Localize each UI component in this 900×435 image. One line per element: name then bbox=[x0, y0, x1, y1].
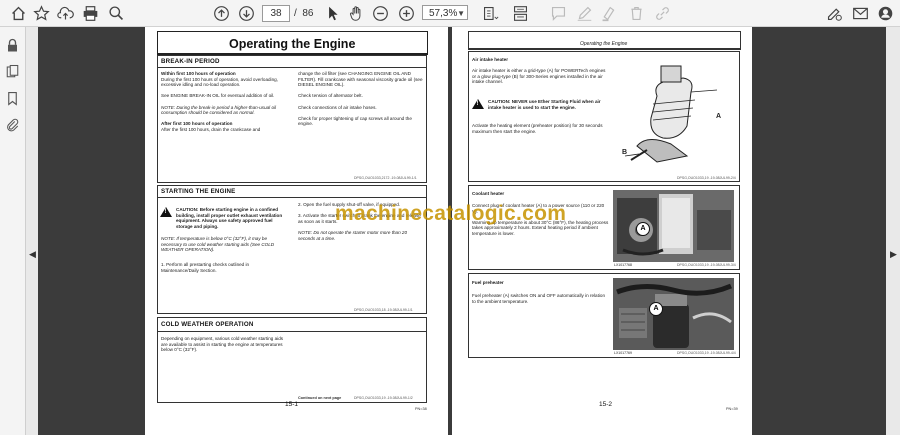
cold-weather-section: COLD WEATHER OPERATION Depending on equi… bbox=[157, 317, 427, 403]
fuel-preheater-photo: A bbox=[613, 278, 734, 350]
section-heading: BREAK-IN PERIOD bbox=[161, 58, 220, 65]
page-number-input[interactable]: 38 bbox=[262, 5, 290, 22]
edit-sign-icon[interactable] bbox=[824, 3, 844, 23]
label-a-badge: A bbox=[636, 222, 650, 236]
divider bbox=[158, 331, 426, 332]
divider bbox=[158, 67, 426, 68]
upload-cloud-icon[interactable] bbox=[55, 3, 75, 23]
doc-ref: DPSG,OUO1033,2172 -19-08JUL99-1/1 bbox=[354, 176, 417, 180]
air-intake-caution: CAUTION: NEVER use Ether Starting Fluid … bbox=[488, 99, 601, 110]
label-b: B bbox=[622, 149, 628, 156]
air-intake-instruction: Activate the heating element (preheater … bbox=[472, 123, 603, 134]
lock-icon[interactable] bbox=[4, 37, 21, 54]
photo-ref: LX1017768 bbox=[614, 263, 632, 267]
warning-icon bbox=[160, 207, 172, 217]
photo-ref: LX1017769 bbox=[614, 351, 632, 355]
toolbar: 38 / 86 57,3% ▼ bbox=[0, 0, 900, 27]
section-heading: Air intake heater bbox=[472, 57, 508, 62]
left-collapse-panel[interactable]: ◀ bbox=[26, 27, 38, 435]
page-foot-ref: PN=39 bbox=[726, 407, 738, 411]
fit-page-icon[interactable] bbox=[480, 3, 500, 23]
document-page-left: Operating the Engine BREAK-IN PERIOD Wit… bbox=[145, 27, 448, 435]
label-a-badge: A bbox=[649, 302, 663, 316]
left-sidebar bbox=[0, 27, 26, 435]
pen-annotate-icon[interactable] bbox=[574, 3, 594, 23]
email-icon[interactable] bbox=[850, 3, 870, 23]
account-avatar-icon[interactable] bbox=[875, 3, 895, 23]
expand-right-arrow-icon[interactable]: ▶ bbox=[890, 249, 897, 260]
page-up-icon[interactable] bbox=[211, 3, 231, 23]
page-number: 15-1 bbox=[285, 401, 299, 408]
highlight-icon[interactable] bbox=[598, 3, 618, 23]
page-title: Operating the Engine bbox=[229, 37, 356, 51]
select-cursor-icon[interactable] bbox=[322, 3, 342, 23]
fuel-preheater-section: Fuel preheater Fuel preheater (A) switch… bbox=[468, 273, 740, 358]
section-heading: Coolant heater bbox=[472, 191, 505, 196]
zoom-select[interactable]: 57,3% ▼ bbox=[422, 5, 468, 20]
page-total: / 86 bbox=[294, 8, 314, 19]
cold-weather-text: Depending on equipment, various cold wea… bbox=[161, 336, 284, 353]
link-icon[interactable] bbox=[652, 3, 672, 23]
section-heading: COLD WEATHER OPERATION bbox=[161, 321, 254, 328]
section-heading: STARTING THE ENGINE bbox=[161, 188, 236, 195]
print-icon[interactable] bbox=[80, 3, 100, 23]
breakin-col1: Within first 100 hours of operation Duri… bbox=[161, 71, 278, 132]
chevron-down-icon: ▼ bbox=[457, 9, 465, 18]
continued-label: Continued on next page bbox=[298, 396, 342, 400]
air-intake-text: Air intake heater is either a grid-type … bbox=[472, 68, 606, 85]
scroll-mode-icon[interactable] bbox=[510, 3, 530, 23]
warning-icon bbox=[472, 99, 484, 109]
page-down-icon[interactable] bbox=[236, 3, 256, 23]
page-thumbnails-icon[interactable] bbox=[4, 63, 21, 80]
zoom-search-icon[interactable] bbox=[106, 3, 126, 23]
delete-trash-icon[interactable] bbox=[626, 3, 646, 23]
doc-ref: DPSG,OUO1033,19 -19-08JUL99-3/4 bbox=[677, 263, 736, 267]
home-icon[interactable] bbox=[8, 3, 28, 23]
starting-note: NOTE: If temperature is below 0°C (32°F)… bbox=[161, 236, 275, 253]
bookmarks-icon[interactable] bbox=[4, 90, 21, 107]
section-heading: Fuel preheater bbox=[472, 280, 504, 285]
running-header: Operating the Engine bbox=[580, 41, 628, 47]
breakin-section: BREAK-IN PERIOD Within first 100 hours o… bbox=[157, 55, 427, 183]
divider bbox=[158, 197, 426, 198]
doc-ref: DPSG,OUO1033,19 -19-08JUL99-4/4 bbox=[677, 351, 736, 355]
hand-tool-icon[interactable] bbox=[346, 3, 366, 23]
watermark-text: machinecatalogic.com bbox=[335, 202, 567, 225]
breakin-col2: change the oil filter (see CHANGING ENGI… bbox=[298, 71, 423, 127]
collapse-left-arrow-icon[interactable]: ◀ bbox=[29, 249, 36, 260]
fuel-preheater-text: Fuel preheater (A) switches ON and OFF a… bbox=[472, 293, 606, 304]
right-collapse-panel[interactable]: ▶ bbox=[886, 27, 900, 435]
label-a: A bbox=[716, 113, 722, 120]
page-foot-ref: PN=38 bbox=[415, 407, 427, 411]
coolant-heater-section: Coolant heater Connect plug of coolant h… bbox=[468, 185, 740, 270]
starting-step1: 1. Perform all prestarting checks outlin… bbox=[161, 262, 250, 273]
coolant-heater-photo: A bbox=[613, 190, 734, 262]
zoom-in-icon[interactable] bbox=[396, 3, 416, 23]
starting-caution: CAUTION: Before starting engine in a con… bbox=[176, 207, 283, 229]
doc-ref: DPSG,OUO1033,19 -19-08JUL99-1/2 bbox=[354, 396, 413, 400]
comment-icon[interactable] bbox=[548, 3, 568, 23]
document-page-right: Operating the Engine Air intake heater A… bbox=[452, 27, 752, 435]
attachment-paperclip-icon[interactable] bbox=[4, 116, 21, 133]
zoom-out-icon[interactable] bbox=[370, 3, 390, 23]
air-intake-section: Air intake heater Air intake heater is e… bbox=[468, 51, 740, 182]
doc-ref: DPSG,OUO1033,19 -19-08JUL99-2/4 bbox=[677, 176, 736, 180]
page-number: 15-2 bbox=[599, 401, 613, 408]
bookmark-star-icon[interactable] bbox=[31, 3, 51, 23]
doc-ref: DPSG,OUO1033,18 -19-08JUL99-1/1 bbox=[354, 308, 413, 312]
